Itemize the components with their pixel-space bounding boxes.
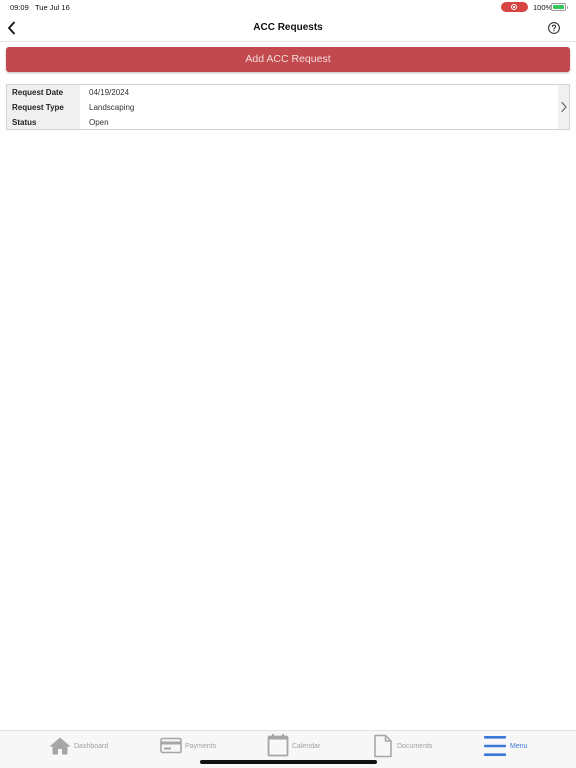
request-date-row: Request Date 04/19/2024	[7, 85, 559, 100]
tab-dashboard[interactable]: Dashboard	[46, 731, 116, 761]
tab-label-menu: Menu	[510, 743, 528, 750]
screen-recording-indicator[interactable]	[501, 2, 528, 12]
status-bar: 09:09 Tue Jul 16 100%	[0, 0, 576, 14]
status-value: Open	[89, 118, 109, 127]
tab-calendar[interactable]: Calendar	[265, 731, 329, 761]
request-card[interactable]: Request Date 04/19/2024 Request Type Lan…	[6, 84, 570, 130]
add-acc-request-button[interactable]: Add ACC Request	[6, 47, 570, 72]
tab-label-documents: Documents	[397, 743, 433, 750]
home-indicator[interactable]	[200, 760, 377, 764]
request-date-label: Request Date	[12, 88, 64, 97]
tab-menu[interactable]: Menu	[482, 731, 534, 761]
menu-icon	[484, 736, 506, 756]
help-button[interactable]	[547, 21, 561, 35]
document-icon	[374, 734, 392, 758]
request-type-row: Request Type Landscaping	[7, 100, 559, 115]
request-date-value: 04/19/2024	[89, 88, 130, 97]
credit-card-icon	[160, 737, 182, 754]
calendar-icon	[267, 734, 289, 757]
status-date: Tue Jul 16	[35, 3, 70, 12]
tab-payments[interactable]: Payments	[158, 731, 224, 761]
status-row: Status Open	[7, 115, 559, 130]
home-icon	[49, 737, 71, 755]
status-time: 09:09	[10, 3, 29, 12]
battery-percent: 100%	[533, 3, 553, 12]
question-circle-icon	[548, 22, 560, 34]
request-type-value: Landscaping	[89, 103, 135, 112]
request-detail-chevron[interactable]	[558, 85, 569, 129]
record-icon	[511, 4, 517, 10]
tab-label-calendar: Calendar	[292, 743, 321, 750]
battery-icon	[551, 3, 568, 11]
navigation-bar: ACC Requests	[0, 14, 576, 42]
page-title: ACC Requests	[253, 22, 323, 33]
status-label: Status	[12, 118, 37, 127]
tab-label-payments: Payments	[185, 743, 217, 750]
request-type-label: Request Type	[12, 103, 64, 112]
chevron-right-icon	[561, 101, 567, 113]
tab-documents[interactable]: Documents	[371, 731, 443, 761]
tab-label-dashboard: Dashboard	[74, 743, 109, 750]
